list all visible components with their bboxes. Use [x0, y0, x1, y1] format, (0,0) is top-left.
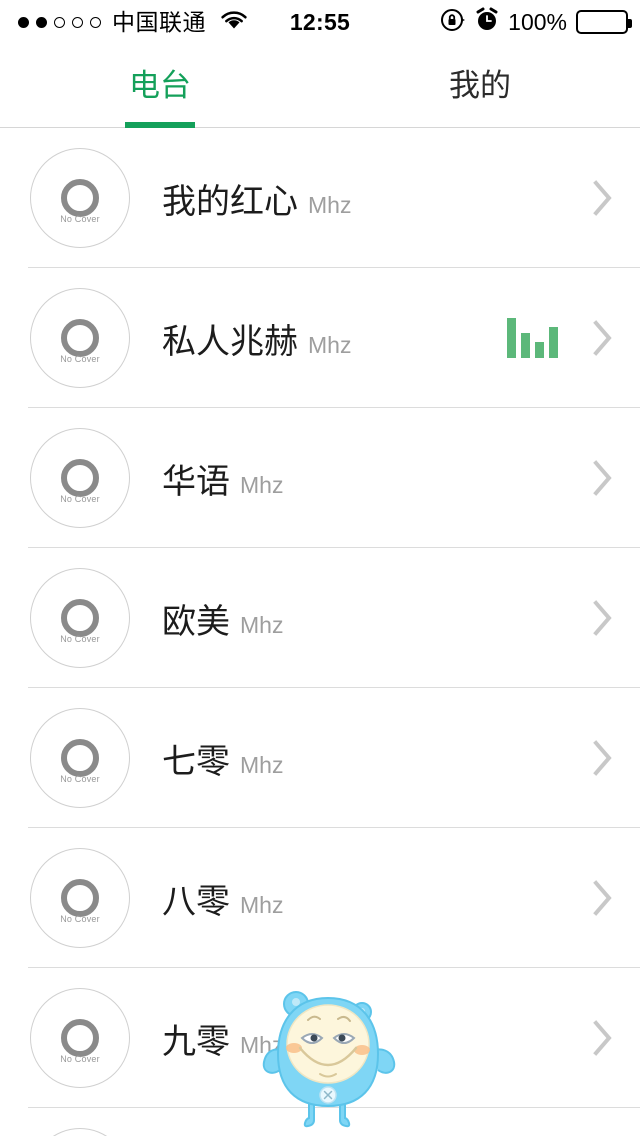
cd-disc-icon: No Cover — [30, 1128, 130, 1136]
tab-mine-label: 我的 — [449, 68, 511, 103]
table-row[interactable]: No Cover 我的红心 Mhz — [0, 128, 640, 268]
station-title: 私人兆赫 — [162, 322, 298, 361]
chevron-right-icon[interactable] — [580, 315, 626, 361]
cover-placeholder-label: No Cover — [60, 774, 100, 784]
status-bar-right: 100% — [440, 0, 632, 44]
row-text: 华语 Mhz — [162, 454, 580, 503]
station-unit: Mhz — [240, 751, 284, 778]
tab-radio-label: 电台 — [129, 68, 191, 103]
close-icon — [319, 1086, 337, 1104]
station-unit: Mhz — [308, 191, 352, 218]
cover-placeholder-label: No Cover — [60, 494, 100, 504]
station-unit: Mhz — [240, 471, 284, 498]
row-text: 七零 Mhz — [162, 734, 580, 783]
station-unit: Mhz — [308, 331, 352, 358]
rotation-lock-icon — [440, 7, 466, 38]
chevron-right-icon[interactable] — [580, 175, 626, 221]
cover-placeholder-label: No Cover — [60, 214, 100, 224]
cd-disc-icon: No Cover — [30, 988, 130, 1088]
row-text: 欧美 Mhz — [162, 594, 580, 643]
table-row[interactable]: No Cover 华语 Mhz — [0, 408, 640, 548]
app-root: 中国联通 12:55 100% 电台 我的 No Cover 我的红心 Mhz … — [0, 0, 640, 1136]
battery-full-icon — [576, 10, 632, 34]
station-unit: Mhz — [240, 611, 284, 638]
station-title: 华语 — [162, 462, 230, 501]
table-row[interactable]: No Cover 欧美 Mhz — [0, 548, 640, 688]
cover-placeholder-label: No Cover — [60, 354, 100, 364]
table-row[interactable]: No Cover 私人兆赫 Mhz — [0, 268, 640, 408]
row-text: 私人兆赫 Mhz — [162, 314, 507, 363]
mascot-bear-icon[interactable] — [252, 982, 404, 1134]
battery-percent-label: 100% — [508, 8, 567, 35]
cover-placeholder-label: No Cover — [60, 1054, 100, 1064]
station-unit: Mhz — [240, 891, 284, 918]
cd-disc-icon: No Cover — [30, 848, 130, 948]
chevron-right-icon[interactable] — [580, 875, 626, 921]
chevron-right-icon[interactable] — [580, 1015, 626, 1061]
status-bar: 中国联通 12:55 100% — [0, 0, 640, 44]
cd-disc-icon: No Cover — [30, 148, 130, 248]
now-playing-bars-icon — [507, 318, 558, 358]
tab-radio[interactable]: 电台 — [0, 44, 320, 128]
station-title: 欧美 — [162, 602, 230, 641]
row-text: 我的红心 Mhz — [162, 174, 580, 223]
alarm-clock-icon — [475, 7, 499, 38]
row-text: 八零 Mhz — [162, 874, 580, 923]
station-title: 八零 — [162, 882, 230, 921]
chevron-right-icon[interactable] — [580, 595, 626, 641]
station-title: 我的红心 — [162, 182, 298, 221]
cover-placeholder-label: No Cover — [60, 914, 100, 924]
chevron-right-icon[interactable] — [580, 455, 626, 501]
tab-bar: 电台 我的 — [0, 44, 640, 128]
tab-mine[interactable]: 我的 — [320, 44, 640, 127]
station-title: 九零 — [162, 1022, 230, 1061]
table-row[interactable]: No Cover 七零 Mhz — [0, 688, 640, 828]
cd-disc-icon: No Cover — [30, 428, 130, 528]
table-row[interactable]: No Cover 八零 Mhz — [0, 828, 640, 968]
chevron-right-icon[interactable] — [580, 735, 626, 781]
station-title: 七零 — [162, 742, 230, 781]
cover-placeholder-label: No Cover — [60, 634, 100, 644]
cd-disc-icon: No Cover — [30, 288, 130, 388]
cd-disc-icon: No Cover — [30, 708, 130, 808]
cd-disc-icon: No Cover — [30, 568, 130, 668]
